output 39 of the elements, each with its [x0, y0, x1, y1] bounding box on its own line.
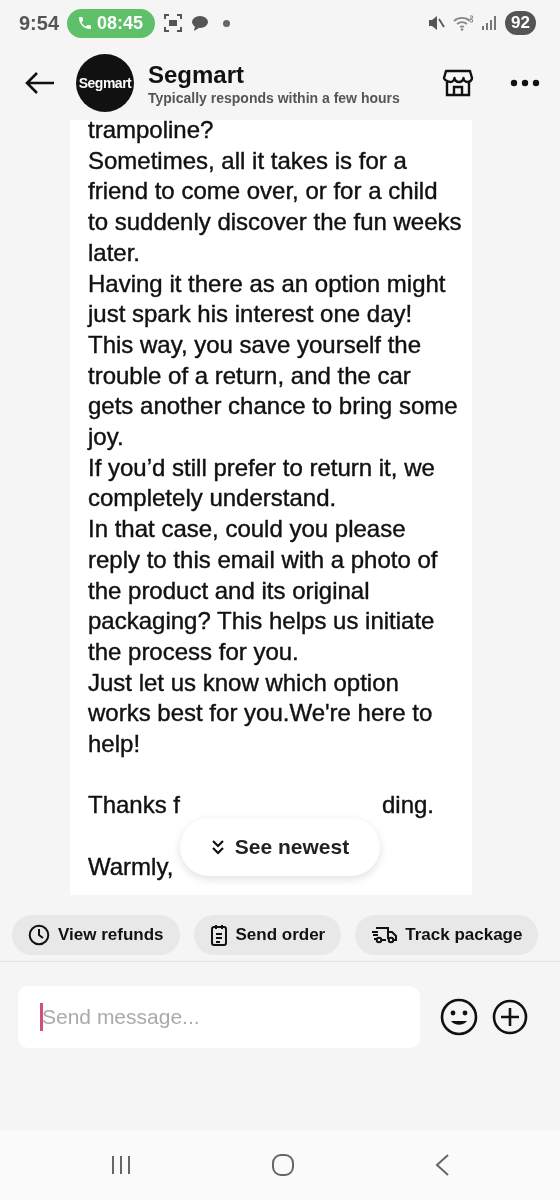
message-text: ding. [381, 790, 434, 821]
quick-action-chip[interactable]: Send order [193, 915, 342, 955]
screenshot-icon [163, 13, 184, 33]
clipboard-icon [209, 924, 228, 946]
status-time: 9:54 [19, 11, 60, 35]
message-text: This way, you save yourself the trouble of a return, and the car gets another chance to bring some joy. [88, 329, 459, 453]
notification-dot-icon [223, 19, 231, 27]
add-icon[interactable] [492, 999, 528, 1035]
message-text: Just let us know which option works best for you.We're here to help! [88, 667, 434, 760]
battery-level: 92 [505, 11, 536, 35]
back-arrow-icon[interactable] [24, 71, 56, 95]
chat-bubble-icon [191, 15, 210, 31]
message-text: Warmly, [88, 851, 175, 882]
emoji-icon[interactable] [440, 998, 478, 1036]
more-options-icon[interactable] [510, 79, 540, 87]
quick-action-chip[interactable]: View refunds [12, 915, 180, 955]
truck-icon [371, 925, 398, 945]
recent-apps-icon[interactable] [109, 1155, 132, 1175]
quick-action-chip[interactable]: Track package [355, 915, 539, 955]
mute-icon [427, 14, 446, 32]
home-icon[interactable] [271, 1153, 295, 1177]
phone-icon [77, 15, 94, 31]
signal-icon [481, 15, 498, 31]
message-text: In that case, could you please reply to this email with a photo of the product and its original packaging? This helps us initiate the process for you. [88, 514, 439, 667]
shop-name: Segmart [148, 60, 246, 89]
back-icon[interactable] [434, 1153, 451, 1177]
message-text: Having it there as an option might just spark his interest one day! [88, 268, 447, 330]
message-text: Thanks f [88, 790, 181, 821]
message-text: trampoline? [88, 120, 215, 145]
shop-avatar[interactable]: Segmart [76, 54, 134, 112]
see-newest-button[interactable]: See newest [180, 818, 380, 876]
response-time-text: Typically responds within a few hours [148, 89, 401, 106]
message-text: If you’d still prefer to return it, we completely understand. [88, 452, 436, 514]
store-icon[interactable] [442, 67, 474, 99]
message-text: Sometimes, all it takes is for a friend to come over, or for a child to suddenly discover the fun weeks later. [88, 145, 462, 268]
wifi-icon [453, 15, 474, 31]
message-input[interactable]: Send message... [18, 986, 420, 1048]
clock-icon [28, 924, 50, 946]
double-chevron-down-icon [210, 838, 225, 856]
